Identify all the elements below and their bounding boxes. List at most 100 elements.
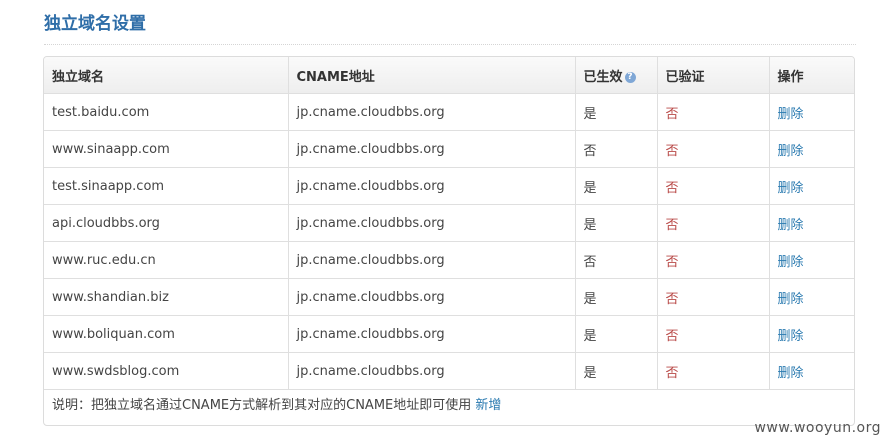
cell-cname: jp.cname.cloudbbs.org bbox=[296, 178, 445, 194]
cell-action-wrap: 删除 bbox=[769, 352, 854, 390]
cell-action-wrap: 删除 bbox=[769, 167, 854, 205]
cell-domain-wrap: www.ruc.edu.cn bbox=[44, 241, 289, 279]
cell-domain: www.swdsblog.com bbox=[52, 363, 180, 379]
cell-cname: jp.cname.cloudbbs.org bbox=[296, 215, 445, 231]
cell-active: 否 bbox=[583, 254, 597, 270]
cell-action-wrap: 删除 bbox=[769, 204, 854, 242]
cell-active: 是 bbox=[583, 180, 597, 196]
cell-cname-wrap: jp.cname.cloudbbs.org bbox=[288, 204, 576, 242]
cell-verified: 否 bbox=[665, 254, 679, 270]
cell-domain: www.sinaapp.com bbox=[52, 141, 170, 157]
table-row: www.ruc.edu.cn jp.cname.cloudbbs.org 否 否 删除 bbox=[44, 241, 854, 279]
cell-domain-wrap: api.cloudbbs.org bbox=[44, 204, 289, 242]
cell-verified: 否 bbox=[665, 291, 679, 307]
domain-table: 独立域名 CNAME地址 已生效? 已验证 操作 test.baidu.com j… bbox=[44, 57, 854, 390]
cell-domain-wrap: www.swdsblog.com bbox=[44, 352, 289, 390]
delete-link[interactable]: 删除 bbox=[778, 107, 804, 122]
cell-action-wrap: 删除 bbox=[769, 278, 854, 316]
cell-action-wrap: 删除 bbox=[769, 130, 854, 168]
cell-domain: www.ruc.edu.cn bbox=[52, 252, 156, 268]
cell-cname: jp.cname.cloudbbs.org bbox=[296, 289, 445, 305]
table-row: test.baidu.com jp.cname.cloudbbs.org 是 否 删除 bbox=[44, 93, 854, 131]
cell-cname-wrap: jp.cname.cloudbbs.org bbox=[288, 167, 576, 205]
watermark: www.wooyun.org bbox=[754, 420, 881, 436]
cell-cname-wrap: jp.cname.cloudbbs.org bbox=[288, 93, 576, 131]
header-cname: CNAME地址 bbox=[288, 57, 576, 94]
cell-verified-wrap: 否 bbox=[657, 241, 770, 279]
delete-link[interactable]: 删除 bbox=[778, 218, 804, 233]
cell-domain-wrap: www.shandian.biz bbox=[44, 278, 289, 316]
header-action: 操作 bbox=[769, 57, 854, 94]
table-row: www.sinaapp.com jp.cname.cloudbbs.org 否 否 删除 bbox=[44, 130, 854, 168]
cell-domain: test.sinaapp.com bbox=[52, 178, 165, 194]
cell-cname-wrap: jp.cname.cloudbbs.org bbox=[288, 315, 576, 353]
cell-domain-wrap: test.sinaapp.com bbox=[44, 167, 289, 205]
cell-verified: 否 bbox=[665, 365, 679, 381]
cell-active-wrap: 是 bbox=[575, 278, 658, 316]
add-domain-link[interactable]: 新增 bbox=[475, 398, 501, 413]
cell-active-wrap: 否 bbox=[575, 241, 658, 279]
cell-active: 是 bbox=[583, 291, 597, 307]
cell-domain: www.shandian.biz bbox=[52, 289, 169, 305]
cell-domain-wrap: test.baidu.com bbox=[44, 93, 289, 131]
cell-domain: api.cloudbbs.org bbox=[52, 215, 160, 231]
cell-verified-wrap: 否 bbox=[657, 352, 770, 390]
header-active-label: 已生效 bbox=[583, 69, 623, 85]
cell-cname: jp.cname.cloudbbs.org bbox=[296, 326, 445, 342]
delete-link[interactable]: 删除 bbox=[778, 255, 804, 270]
cell-active: 是 bbox=[583, 328, 597, 344]
footer-note-wrap: 说明：把独立域名通过CNAME方式解析到其对应的CNAME地址即可使用 新增 bbox=[52, 387, 501, 425]
cell-cname-wrap: jp.cname.cloudbbs.org bbox=[288, 278, 576, 316]
cell-domain-wrap: www.sinaapp.com bbox=[44, 130, 289, 168]
table-header-row: 独立域名 CNAME地址 已生效? 已验证 操作 bbox=[44, 57, 854, 94]
cell-domain: www.boliquan.com bbox=[52, 326, 175, 342]
cell-active: 否 bbox=[583, 143, 597, 159]
delete-link[interactable]: 删除 bbox=[778, 292, 804, 307]
cell-active-wrap: 是 bbox=[575, 93, 658, 131]
cell-verified: 否 bbox=[665, 143, 679, 159]
page-title: 独立域名设置 bbox=[44, 14, 146, 34]
domain-panel: 独立域名 CNAME地址 已生效? 已验证 操作 test.baidu.com j… bbox=[43, 56, 855, 426]
table-row: test.sinaapp.com jp.cname.cloudbbs.org 是 否 删… bbox=[44, 167, 854, 205]
cell-active-wrap: 否 bbox=[575, 130, 658, 168]
header-verified: 已验证 bbox=[657, 57, 770, 94]
cell-active-wrap: 是 bbox=[575, 167, 658, 205]
cell-domain-wrap: www.boliquan.com bbox=[44, 315, 289, 353]
cell-verified-wrap: 否 bbox=[657, 278, 770, 316]
cell-cname: jp.cname.cloudbbs.org bbox=[296, 141, 445, 157]
question-circle-icon[interactable]: ? bbox=[624, 71, 636, 83]
table-row: api.cloudbbs.org jp.cname.cloudbbs.org 是 否 删… bbox=[44, 204, 854, 242]
footer-note: 说明：把独立域名通过CNAME方式解析到其对应的CNAME地址即可使用 bbox=[52, 398, 472, 413]
title-divider bbox=[44, 44, 856, 45]
cell-active: 是 bbox=[583, 365, 597, 381]
cell-action-wrap: 删除 bbox=[769, 315, 854, 353]
cell-active-wrap: 是 bbox=[575, 204, 658, 242]
cell-cname: jp.cname.cloudbbs.org bbox=[296, 104, 445, 120]
cell-verified-wrap: 否 bbox=[657, 93, 770, 131]
cell-active: 是 bbox=[583, 106, 597, 122]
cell-cname-wrap: jp.cname.cloudbbs.org bbox=[288, 241, 576, 279]
cell-verified-wrap: 否 bbox=[657, 315, 770, 353]
cell-cname: jp.cname.cloudbbs.org bbox=[296, 363, 445, 379]
cell-active-wrap: 是 bbox=[575, 315, 658, 353]
header-domain: 独立域名 bbox=[44, 57, 289, 94]
cell-cname-wrap: jp.cname.cloudbbs.org bbox=[288, 130, 576, 168]
delete-link[interactable]: 删除 bbox=[778, 181, 804, 196]
cell-domain: test.baidu.com bbox=[52, 104, 150, 120]
cell-verified-wrap: 否 bbox=[657, 204, 770, 242]
cell-verified-wrap: 否 bbox=[657, 130, 770, 168]
cell-verified: 否 bbox=[665, 180, 679, 196]
cell-active-wrap: 是 bbox=[575, 352, 658, 390]
cell-verified: 否 bbox=[665, 328, 679, 344]
cell-action-wrap: 删除 bbox=[769, 93, 854, 131]
delete-link[interactable]: 删除 bbox=[778, 329, 804, 344]
header-active: 已生效? bbox=[575, 57, 658, 94]
cell-cname-wrap: jp.cname.cloudbbs.org bbox=[288, 352, 576, 390]
delete-link[interactable]: 删除 bbox=[778, 144, 804, 159]
table-row: www.boliquan.com jp.cname.cloudbbs.org 是 否 删… bbox=[44, 315, 854, 353]
cell-cname: jp.cname.cloudbbs.org bbox=[296, 252, 445, 268]
cell-action-wrap: 删除 bbox=[769, 241, 854, 279]
cell-active: 是 bbox=[583, 217, 597, 233]
cell-verified-wrap: 否 bbox=[657, 167, 770, 205]
delete-link[interactable]: 删除 bbox=[778, 366, 804, 381]
